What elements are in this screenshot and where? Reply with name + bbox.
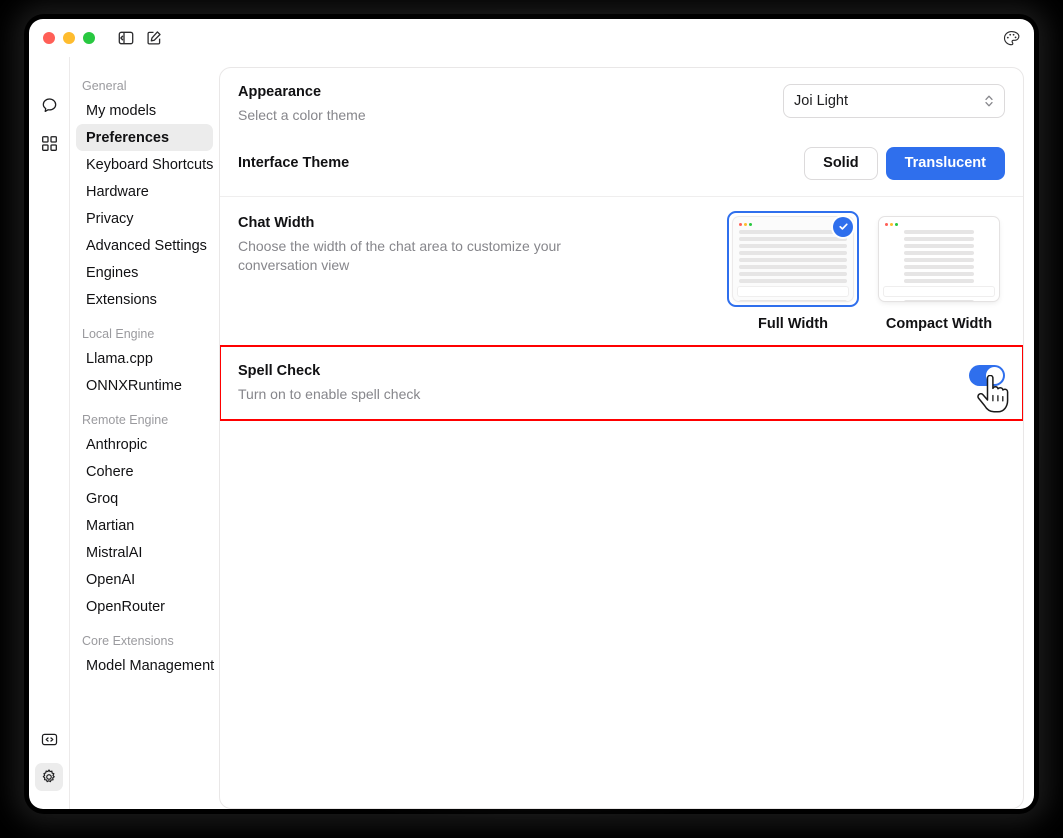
sidebar-item-martian[interactable]: Martian [76,512,213,539]
sidebar-toggle-icon[interactable] [117,29,135,47]
titlebar-right [1002,29,1020,47]
toggle-knob [986,366,1003,384]
compact-width-label: Compact Width [885,315,993,332]
check-icon [833,216,853,237]
chat-width-option-full[interactable]: Full Width [727,210,859,332]
sidebar-item-model-management[interactable]: Model Management [76,652,214,679]
titlebar-actions [117,29,163,47]
appearance-row: Appearance Select a color theme Joi Ligh… [220,68,1023,141]
interface-theme-options: Solid Translucent [804,146,1005,180]
interface-theme-title: Interface Theme [238,155,350,172]
close-button[interactable] [43,32,55,44]
sidebar-item-preferences[interactable]: Preferences [76,124,213,151]
sidebar-item-my-models[interactable]: My models [76,97,213,124]
sidebar-item-anthropic[interactable]: Anthropic [76,431,213,458]
spell-check-text: Spell Check Turn on to enable spell chec… [238,363,969,404]
sidebar-item-engines[interactable]: Engines [76,259,213,286]
appearance-title: Appearance [238,84,322,100]
theme-select[interactable]: Joi Light [783,84,1005,118]
theme-select-value: Joi Light [794,93,849,109]
spell-check-title: Spell Check [238,362,321,379]
screen: General My models Preferences Keyboard S… [0,0,1063,838]
compact-width-preview-inner [879,216,999,301]
settings-panel: Appearance Select a color theme Joi Ligh… [219,67,1024,809]
nav-group-label-general: General [82,79,127,93]
chat-width-control: Full Width Compact Width [727,210,1005,332]
spell-check-row: Spell Check Turn on to enable spell chec… [220,344,1023,421]
interface-theme-row: Interface Theme Solid Translucent [220,141,1023,196]
sidebar-item-cohere[interactable]: Cohere [76,458,213,485]
minimize-button[interactable] [63,32,75,44]
chat-width-option-compact[interactable]: Compact Width [873,210,1005,332]
appearance-description: Select a color theme [238,107,366,123]
compose-icon[interactable] [145,29,163,47]
sidebar-item-llama-cpp[interactable]: Llama.cpp [76,345,213,372]
window-body: General My models Preferences Keyboard S… [29,57,1034,809]
interface-theme-solid-button[interactable]: Solid [804,146,878,180]
sidebar-item-onnxruntime[interactable]: ONNXRuntime [76,372,213,399]
chat-width-options: Full Width Compact Width [727,210,1005,332]
sidebar-item-privacy[interactable]: Privacy [76,205,213,232]
sidebar-item-groq[interactable]: Groq [76,485,213,512]
full-width-preview[interactable] [727,210,859,307]
preview-input-bar [883,285,995,297]
palette-icon[interactable] [1002,29,1020,47]
sidebar-item-openrouter[interactable]: OpenRouter [76,593,213,620]
interface-theme-text: Interface Theme [238,155,804,171]
compact-width-preview[interactable] [873,210,1005,307]
appearance-text: Appearance Select a color theme [238,84,783,125]
interface-theme-translucent-button[interactable]: Translucent [885,146,1005,180]
preview-traffic-lights [885,222,993,226]
gear-icon[interactable] [35,763,63,791]
sidebar-item-advanced-settings[interactable]: Advanced Settings [76,232,213,259]
preview-traffic-lights [739,222,847,226]
sidebar-item-extensions[interactable]: Extensions [76,286,213,313]
full-width-label: Full Width [758,315,828,332]
app-window: General My models Preferences Keyboard S… [29,19,1034,809]
chat-width-description: Choose the width of the chat area to cus… [238,237,561,273]
titlebar [29,19,1034,57]
nav-group-label-remote-engine: Remote Engine [82,413,169,427]
traffic-lights [43,32,95,44]
settings-nav: General My models Preferences Keyboard S… [69,57,219,809]
interface-theme-control: Solid Translucent [804,146,1005,180]
chat-width-title: Chat Width [238,214,315,231]
nav-group-label-core-extensions: Core Extensions [82,634,174,648]
appearance-control: Joi Light [783,84,1005,118]
chat-width-text: Chat Width Choose the width of the chat … [238,211,727,275]
nav-group-label-local-engine: Local Engine [82,327,155,341]
spell-check-toggle[interactable] [969,364,1005,386]
chat-icon[interactable] [35,91,63,119]
sidebar-item-mistralai[interactable]: MistralAI [76,539,213,566]
preview-input-bar [737,285,849,297]
chat-width-row: Chat Width Choose the width of the chat … [220,195,1023,346]
sidebar-item-openai[interactable]: OpenAI [76,566,213,593]
code-icon[interactable] [35,725,63,753]
maximize-button[interactable] [83,32,95,44]
spell-check-control [969,363,1005,386]
grid-icon[interactable] [35,129,63,157]
sidebar-item-hardware[interactable]: Hardware [76,178,213,205]
spell-check-description: Turn on to enable spell check [238,385,421,402]
icon-rail [29,57,69,809]
chevron-updown-icon [984,93,994,109]
sidebar-item-keyboard-shortcuts[interactable]: Keyboard Shortcuts [76,151,213,178]
